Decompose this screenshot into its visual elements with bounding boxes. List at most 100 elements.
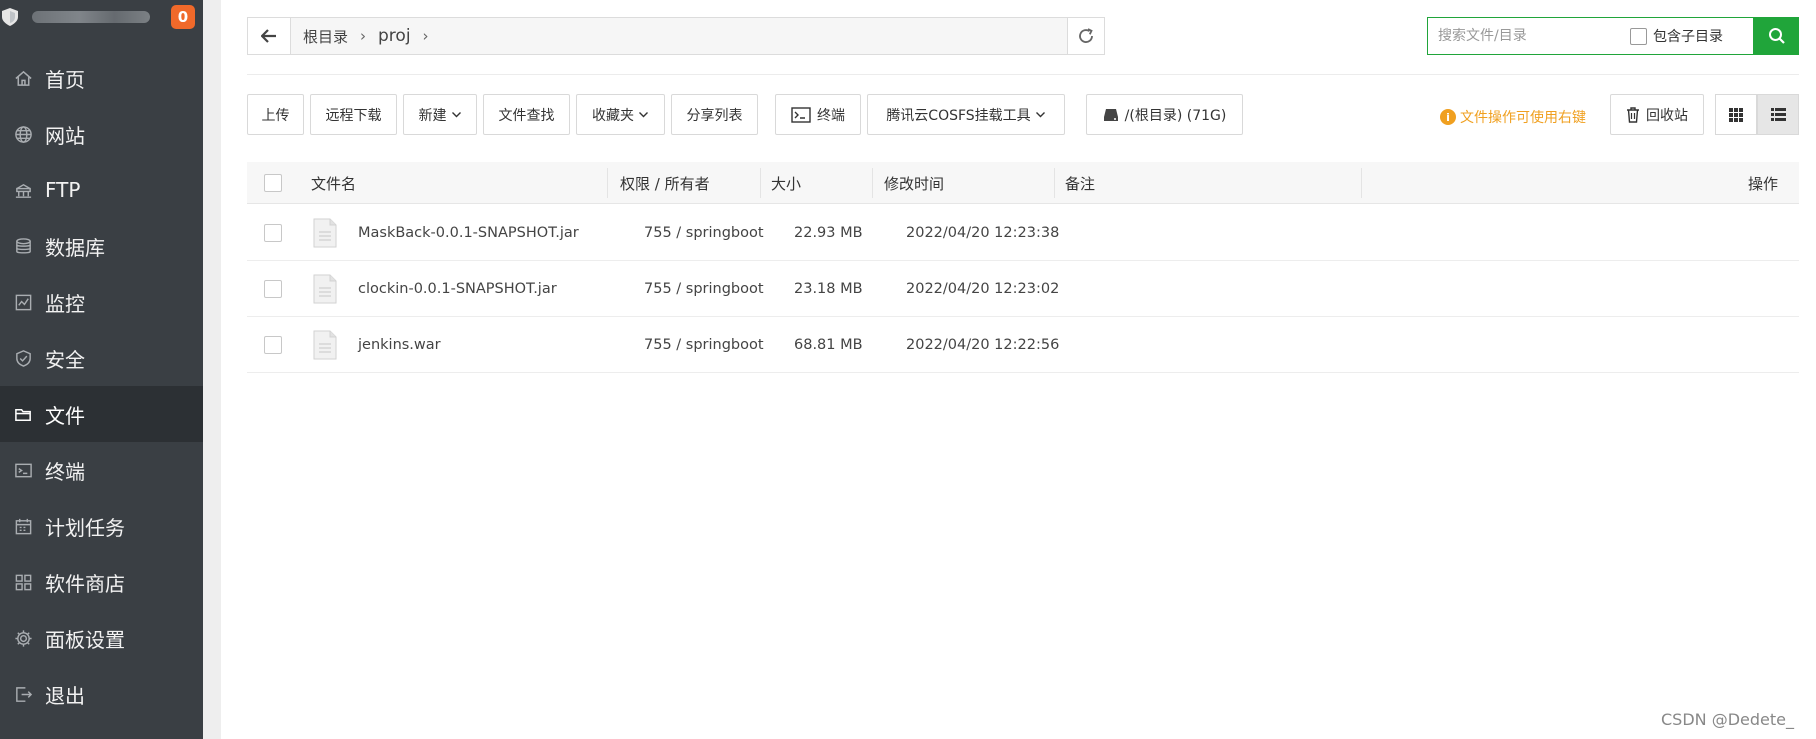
chevron-right-icon: › [422,27,429,45]
breadcrumb-root[interactable]: 根目录 [303,26,348,47]
hard-drive-icon [1103,108,1119,122]
search-box: 包含子目录 [1427,17,1754,55]
sidebar-item-label: 监控 [45,291,85,316]
select-all-cell [264,162,282,204]
column-header-permission[interactable]: 权限 / 所有者 [620,162,710,204]
refresh-button[interactable] [1067,17,1105,55]
sidebar: 0 首页 网站 FTP 数据库 监控 安全 文件 终端 计划任务 软件商店 面板… [0,0,203,739]
row-checkbox[interactable] [264,224,282,242]
column-divider [1361,168,1362,198]
home-icon [13,68,33,88]
column-header-mtime[interactable]: 修改时间 [884,162,944,204]
file-permission[interactable]: 755 / springboot [644,261,764,317]
right-click-hint: i 文件操作可使用右键 [1440,107,1586,127]
terminal-icon [13,460,33,480]
column-divider [1054,168,1055,198]
search-icon [1768,28,1785,44]
file-name[interactable]: jenkins.war [358,317,441,373]
sidebar-item-label: 安全 [45,347,85,372]
table-row[interactable]: clockin-0.0.1-SNAPSHOT.jar 755 / springb… [247,261,1799,317]
file-size: 23.18 MB [794,281,863,297]
search-input[interactable] [1428,19,1628,53]
content-gutter [203,0,221,739]
file-permission[interactable]: 755 / springboot [644,317,764,373]
back-button[interactable] [248,18,291,54]
column-header-name[interactable]: 文件名 [311,162,356,204]
file-size: 22.93 MB [794,225,863,241]
chevron-right-icon: › [360,27,367,45]
cosfs-mount-dropdown-button[interactable]: 腾讯云COSFS挂载工具 [867,94,1065,135]
search-button[interactable] [1754,17,1799,55]
sidebar-item-files[interactable]: 文件 [0,386,203,442]
file-icon [313,261,337,317]
logo-shield-icon [2,8,18,26]
refresh-icon [1079,28,1093,43]
chevron-down-icon [1035,112,1045,118]
list-view-icon [1770,108,1786,121]
include-subdir-checkbox[interactable]: 包含子目录 [1630,26,1723,46]
breadcrumb-current[interactable]: proj [378,26,411,46]
select-all-checkbox[interactable] [264,174,282,192]
file-name[interactable]: MaskBack-0.0.1-SNAPSHOT.jar [358,205,579,261]
terminal-button[interactable]: 终端 [775,94,861,135]
trash-icon [1626,106,1640,123]
share-list-button[interactable]: 分享列表 [671,94,758,135]
file-manager-panel: 根目录 › proj › 包含子目录 上传 远程下载 新建 文件查找 收藏夹 分… [221,0,1816,739]
sidebar-item-settings[interactable]: 面板设置 [0,610,203,666]
sidebar-item-label: 退出 [45,683,85,708]
row-checkbox[interactable] [264,280,282,298]
recycle-bin-button[interactable]: 回收站 [1610,94,1704,135]
upload-button[interactable]: 上传 [247,94,304,135]
row-checkbox[interactable] [264,336,282,354]
file-name[interactable]: clockin-0.0.1-SNAPSHOT.jar [358,261,557,317]
file-mtime: 2022/04/20 12:23:38 [906,225,1060,241]
sidebar-item-label: 终端 [45,459,85,484]
sidebar-item-database[interactable]: 数据库 [0,218,203,274]
file-table-header: 文件名 权限 / 所有者 大小 修改时间 备注 操作 [247,162,1799,204]
calendar-icon [13,516,33,536]
column-divider [607,168,608,198]
sidebar-item-store[interactable]: 软件商店 [0,554,203,610]
terminal-icon [791,106,811,123]
grid-view-button[interactable] [1715,94,1757,135]
notification-badge[interactable]: 0 [171,5,195,29]
sidebar-header: 0 [0,0,203,34]
shield-icon [13,348,33,368]
ftp-icon [13,180,33,200]
sidebar-item-security[interactable]: 安全 [0,330,203,386]
file-mtime: 2022/04/20 12:23:02 [906,281,1060,297]
remote-download-button[interactable]: 远程下载 [310,94,397,135]
sidebar-item-label: 数据库 [45,235,105,260]
favorites-dropdown-button[interactable]: 收藏夹 [576,94,665,135]
sidebar-item-website[interactable]: 网站 [0,106,203,162]
file-search-button[interactable]: 文件查找 [483,94,570,135]
table-row[interactable]: jenkins.war 755 / springboot 68.81 MB 20… [247,317,1799,373]
checkbox-box [1630,27,1647,45]
file-size: 68.81 MB [794,337,863,353]
chevron-down-icon [451,112,461,118]
sidebar-item-monitor[interactable]: 监控 [0,274,203,330]
column-divider [872,168,873,198]
sidebar-item-logout[interactable]: 退出 [0,666,203,722]
column-header-size[interactable]: 大小 [771,162,801,204]
logout-icon [13,684,33,704]
sidebar-item-ftp[interactable]: FTP [0,162,203,218]
column-header-remark: 备注 [1065,174,1096,193]
info-icon: i [1440,109,1456,125]
column-divider [760,168,761,198]
file-icon [313,205,337,261]
sidebar-item-home[interactable]: 首页 [0,50,203,106]
list-view-button[interactable] [1757,94,1799,135]
gear-icon [13,628,33,648]
file-permission[interactable]: 755 / springboot [644,205,764,261]
disk-button[interactable]: /(根目录) (71G) [1086,94,1243,135]
include-subdir-label: 包含子目录 [1653,29,1723,45]
file-icon [313,317,337,373]
sidebar-item-label: 首页 [45,67,85,92]
file-mtime: 2022/04/20 12:22:56 [906,337,1060,353]
table-row[interactable]: MaskBack-0.0.1-SNAPSHOT.jar 755 / spring… [247,205,1799,261]
new-dropdown-button[interactable]: 新建 [403,94,477,135]
grid-view-icon [1729,107,1743,122]
sidebar-item-cron[interactable]: 计划任务 [0,498,203,554]
sidebar-item-terminal[interactable]: 终端 [0,442,203,498]
